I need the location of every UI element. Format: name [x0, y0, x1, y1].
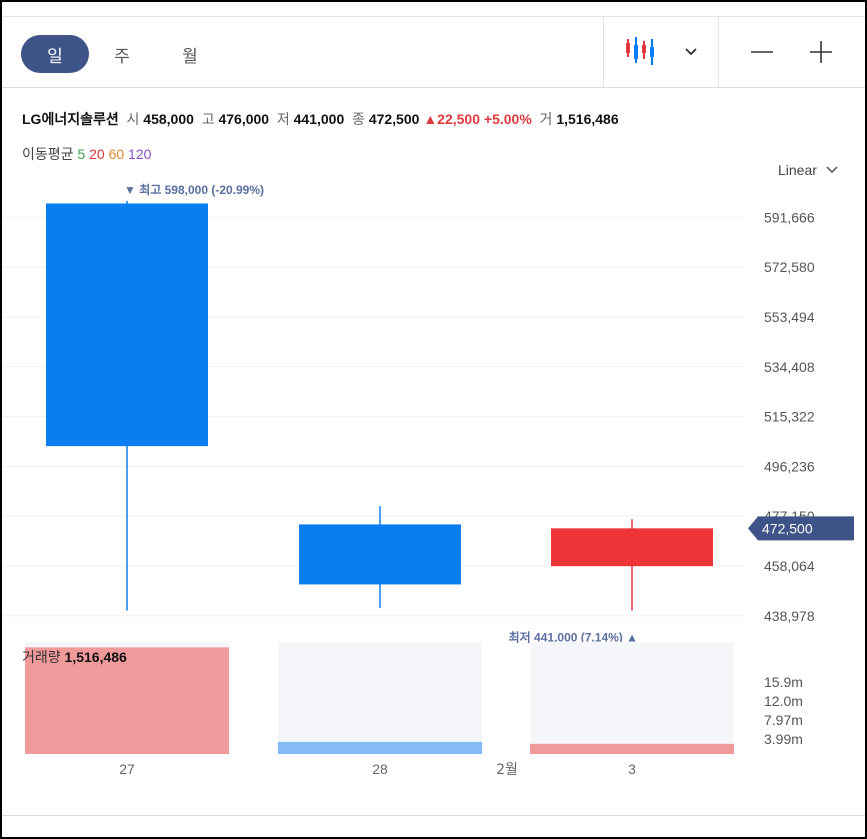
x-tick-label: 3 — [628, 761, 636, 777]
x-tick-label: 28 — [372, 761, 388, 777]
y-tick-label: 553,494 — [764, 309, 815, 325]
volume-tick-label: 7.97m — [764, 712, 803, 728]
volume-tick-label: 15.9m — [764, 674, 803, 690]
y-tick-label: 591,666 — [764, 209, 815, 225]
y-tick-label: 534,408 — [764, 359, 815, 375]
candle-body — [551, 528, 713, 567]
max-annotation: ▼ 최고 598,000 (-20.99%) — [124, 182, 264, 197]
volume-tick-label: 12.0m — [764, 693, 803, 709]
current-price-label: 472,500 — [762, 520, 813, 536]
candlestick-chart: 591,666 572,580 553,494 534,408 515,322 496,2… — [2, 182, 854, 778]
candle-body — [46, 203, 208, 447]
volume-bar — [530, 743, 734, 754]
y-tick-label: 496,236 — [764, 458, 815, 474]
volume-title: 거래량 1,516,486 — [22, 649, 127, 665]
month-label: 2월 — [496, 762, 518, 778]
volume-tick-label: 3.99m — [764, 731, 803, 747]
volume-title-value: 1,516,486 — [65, 649, 127, 665]
candle-body — [299, 524, 461, 585]
y-tick-label: 515,322 — [764, 409, 815, 425]
y-tick-label: 458,064 — [764, 558, 815, 574]
chart-widget: 일 주 월 LG에너지솔루션 시 458,000 고 476,000 저 441… — [2, 2, 865, 837]
y-tick-label: 438,978 — [764, 608, 815, 624]
divider — [2, 815, 865, 816]
volume-panel — [530, 642, 734, 754]
volume-panel — [278, 642, 482, 754]
y-tick-label: 572,580 — [764, 259, 815, 275]
volume-bar — [278, 741, 482, 754]
x-tick-label: 27 — [119, 761, 135, 777]
